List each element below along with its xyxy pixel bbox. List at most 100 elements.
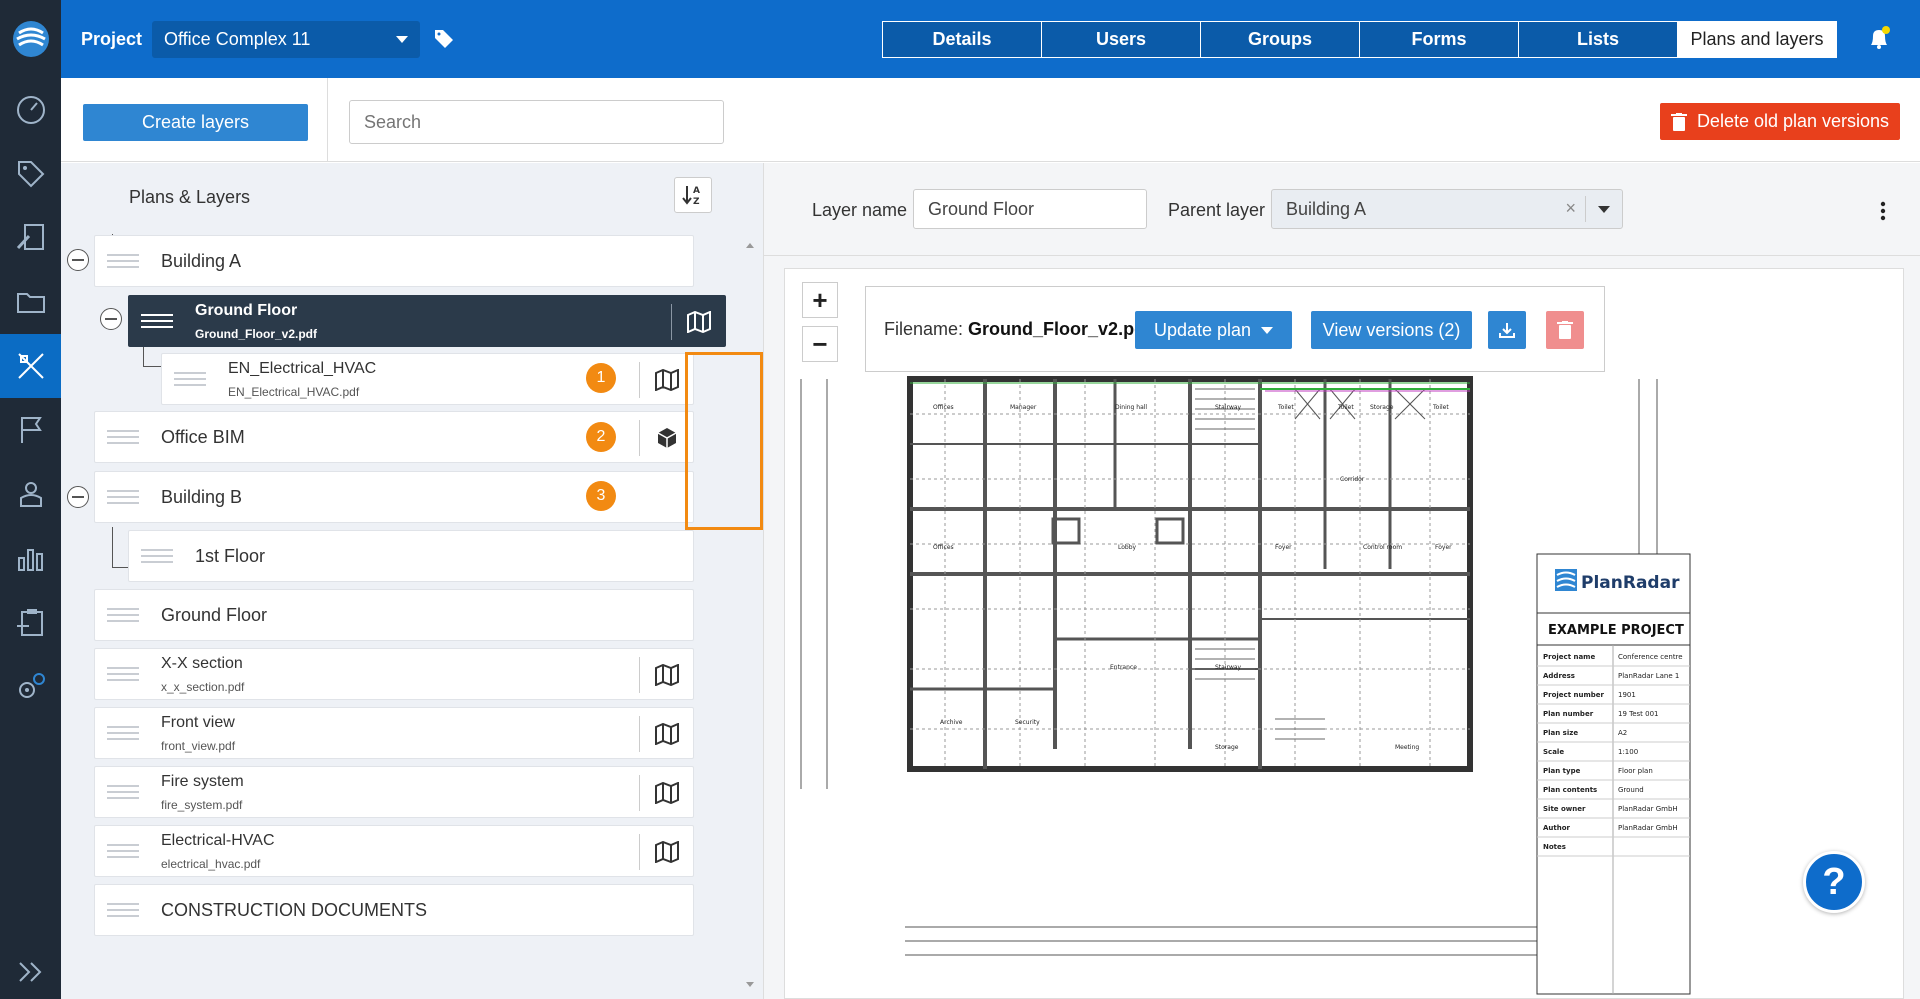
svg-text:Stairway: Stairway	[1215, 664, 1242, 671]
parent-layer-label: Parent layer	[1168, 200, 1266, 220]
tab-groups[interactable]: Groups	[1200, 21, 1360, 58]
drag-handle-icon[interactable]	[174, 372, 206, 388]
row-filename: front_view.pdf	[161, 739, 236, 753]
drag-handle-icon[interactable]	[107, 903, 139, 919]
title-block-value: PlanRadar GmbH	[1618, 824, 1678, 832]
floor-plan-drawing: Offices Manager Dining hall Stairway Toi…	[800, 376, 1691, 995]
collapse-building-b-icon[interactable]	[67, 486, 89, 508]
tree-row-construction-documents[interactable]: CONSTRUCTION DOCUMENTS	[94, 884, 694, 936]
expand-nav-icon[interactable]	[0, 945, 61, 999]
drag-handle-icon[interactable]	[107, 785, 139, 801]
drag-handle-icon[interactable]	[141, 314, 173, 330]
tree-row-electrical-hvac[interactable]: Electrical-HVAC electrical_hvac.pdf	[94, 825, 694, 877]
project-name: Office Complex 11	[164, 29, 311, 49]
tree-row-ground-floor[interactable]: Ground Floor	[94, 589, 694, 641]
drag-handle-icon[interactable]	[107, 667, 139, 683]
delete-plan-button[interactable]	[1546, 311, 1584, 349]
tree-row-ground-floor-selected[interactable]: Ground Floor Ground_Floor_v2.pdf	[128, 295, 726, 347]
user-icon[interactable]	[0, 462, 61, 526]
clipboard-icon[interactable]	[0, 590, 61, 654]
help-button[interactable]: ?	[1803, 851, 1865, 913]
plan-map-icon[interactable]	[639, 657, 693, 693]
filename-text: Filename: Ground_Floor_v2.pdf	[884, 319, 1151, 340]
chevron-down-icon[interactable]	[1598, 206, 1610, 213]
folder-icon[interactable]	[0, 270, 61, 334]
more-options-icon[interactable]	[1880, 201, 1886, 226]
tree-row-building-a[interactable]: Building A	[94, 235, 694, 287]
layer-name-value: Ground Floor	[928, 199, 1035, 219]
drag-handle-icon[interactable]	[107, 844, 139, 860]
trash-icon	[1557, 321, 1573, 339]
row-name: 1st Floor	[195, 546, 266, 566]
plan-map-icon[interactable]	[639, 716, 693, 752]
toolbar-divider	[327, 78, 328, 162]
plan-viewer[interactable]: + − Filename: Ground_Floor_v2.pdf Update…	[784, 268, 1904, 999]
layer-name-label: Layer name	[812, 200, 908, 220]
collapse-ground-floor-icon[interactable]	[100, 308, 122, 330]
settings-icon[interactable]	[0, 654, 61, 718]
sort-az-icon: AZ	[682, 186, 700, 206]
create-layers-button[interactable]: Create layers	[83, 104, 308, 141]
dashboard-icon[interactable]	[0, 78, 61, 142]
update-plan-label: Update plan	[1153, 319, 1252, 340]
title-block-value: 1901	[1618, 691, 1636, 699]
plan-map-icon[interactable]	[639, 834, 693, 870]
tickets-icon[interactable]	[0, 206, 61, 270]
tree-row-fire-system[interactable]: Fire system fire_system.pdf	[94, 766, 694, 818]
layer-name-input[interactable]: Ground Floor	[913, 189, 1147, 229]
tab-lists[interactable]: Lists	[1518, 21, 1678, 58]
collapse-building-a-icon[interactable]	[67, 249, 89, 271]
statistics-icon[interactable]	[0, 526, 61, 590]
delete-old-versions-button[interactable]: Delete old plan versions	[1660, 103, 1900, 140]
svg-text:Lobby: Lobby	[1118, 544, 1137, 551]
filename-label: Filename:	[884, 319, 964, 339]
notification-bell-icon[interactable]	[1867, 26, 1891, 57]
sort-button[interactable]: AZ	[674, 177, 712, 213]
tab-forms[interactable]: Forms	[1359, 21, 1519, 58]
download-button[interactable]	[1488, 311, 1526, 349]
plans-icon[interactable]	[0, 334, 61, 398]
tree-scrollbar[interactable]	[744, 240, 756, 990]
title-block-key: Address	[1543, 672, 1575, 680]
drag-handle-icon[interactable]	[107, 254, 139, 270]
tree-row-1st-floor[interactable]: 1st Floor	[128, 530, 694, 582]
svg-text:Toilet: Toilet	[1337, 404, 1354, 411]
svg-text:Control room: Control room	[1363, 544, 1402, 551]
title-block-value: Conference centre	[1618, 653, 1683, 661]
title-block-value: PlanRadar GmbH	[1618, 805, 1678, 813]
layer-detail-panel: Layer name Ground Floor Parent layer Bui…	[764, 163, 1920, 999]
drag-handle-icon[interactable]	[107, 608, 139, 624]
title-block-key: Project name	[1543, 653, 1595, 661]
drag-handle-icon[interactable]	[141, 549, 173, 565]
tag-icon[interactable]	[433, 28, 455, 55]
clear-icon[interactable]: ×	[1565, 198, 1576, 219]
title-block-value: 19 Test 001	[1618, 710, 1659, 718]
drag-handle-icon[interactable]	[107, 726, 139, 742]
planradar-logo-icon[interactable]	[0, 0, 61, 78]
parent-layer-select[interactable]: Building A ×	[1271, 189, 1623, 229]
search-input[interactable]	[349, 100, 724, 144]
top-bar: Project Office Complex 11 Details Users …	[61, 0, 1920, 78]
tab-details[interactable]: Details	[882, 21, 1042, 58]
trash-icon	[1670, 112, 1687, 131]
zoom-in-button[interactable]: +	[802, 282, 838, 318]
plan-map-icon[interactable]	[639, 775, 693, 811]
update-plan-button[interactable]: Update plan	[1135, 311, 1292, 349]
row-name: Office BIM	[161, 427, 245, 447]
drag-handle-icon[interactable]	[107, 430, 139, 446]
project-select[interactable]: Office Complex 11	[152, 21, 420, 58]
zoom-out-button[interactable]: −	[802, 326, 838, 362]
svg-text:Entrance: Entrance	[1110, 664, 1137, 671]
tree-connector	[112, 527, 113, 567]
plan-map-icon[interactable]	[671, 304, 725, 340]
tab-users[interactable]: Users	[1041, 21, 1201, 58]
tree-row-front-view[interactable]: Front view front_view.pdf	[94, 707, 694, 759]
tags-icon[interactable]	[0, 142, 61, 206]
view-versions-button[interactable]: View versions (2)	[1311, 311, 1472, 349]
drag-handle-icon[interactable]	[107, 490, 139, 506]
tree-row-x-x-section[interactable]: X-X section x_x_section.pdf	[94, 648, 694, 700]
tab-plans-and-layers[interactable]: Plans and layers	[1677, 21, 1837, 58]
planradar-brand-text: PlanRadar	[1581, 573, 1680, 593]
title-block-key: Notes	[1543, 843, 1566, 851]
flag-icon[interactable]	[0, 398, 61, 462]
